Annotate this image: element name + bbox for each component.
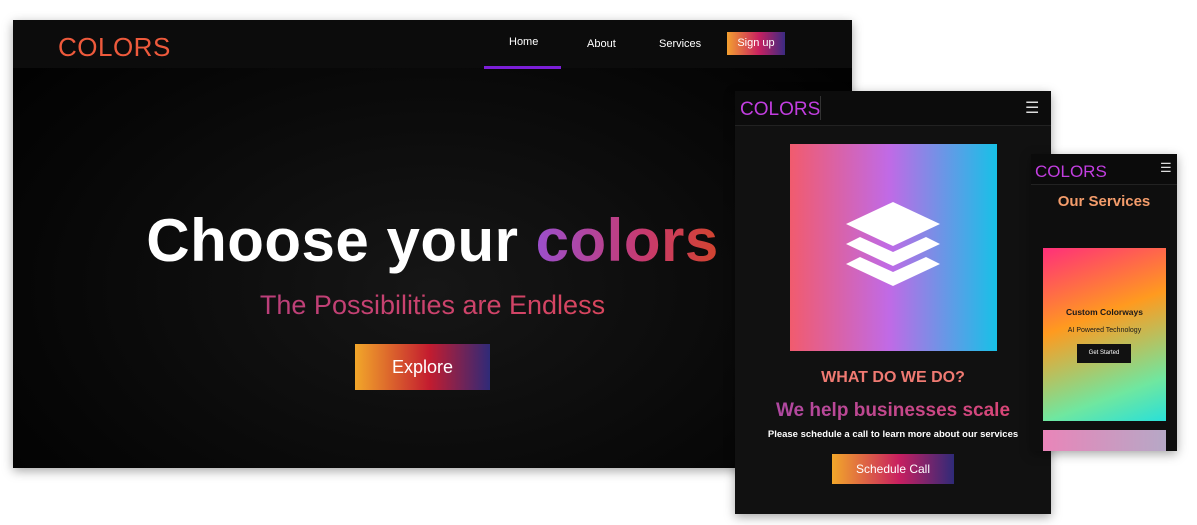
navbar-divider — [820, 96, 821, 120]
tablet-mockup: COLORS ☰ WHAT DO WE DO? We help business… — [735, 91, 1051, 514]
service-card: Custom Colorways AI Powered Technology G… — [1043, 248, 1166, 421]
section-headline: We help businesses scale — [735, 400, 1051, 422]
explore-button[interactable]: Explore — [355, 344, 490, 390]
section-subtext: Please schedule a call to learn more abo… — [767, 429, 1019, 440]
brand-logo[interactable]: COLORS — [58, 32, 171, 63]
hero-title-white: Choose your — [146, 207, 536, 274]
layers-icon — [846, 202, 940, 286]
services-title: Our Services — [1057, 193, 1151, 210]
phone-mockup: COLORS ☰ Our Services Custom Colorways A… — [1031, 154, 1177, 451]
schedule-call-button[interactable]: Schedule Call — [832, 454, 954, 484]
hero-tagline: The Possibilities are Endless — [13, 290, 852, 321]
hero-title-accent: colors — [535, 207, 719, 274]
nav-link-about[interactable]: About — [587, 38, 616, 50]
brand-logo[interactable]: COLORS — [740, 99, 820, 121]
get-started-button[interactable]: Get Started — [1077, 344, 1131, 363]
hero-title: Choose your colors — [13, 206, 852, 275]
desktop-mockup: COLORS Home About Services Sign up Choos… — [13, 20, 852, 468]
nav-link-services[interactable]: Services — [659, 38, 701, 50]
brand-logo[interactable]: COLORS — [1035, 162, 1107, 182]
tablet-navbar: COLORS ☰ — [735, 91, 1051, 126]
nav-link-home[interactable]: Home — [509, 36, 538, 48]
card-subtitle: AI Powered Technology — [1067, 327, 1142, 334]
hamburger-icon[interactable]: ☰ — [1025, 98, 1039, 118]
hamburger-icon[interactable]: ☰ — [1160, 160, 1172, 176]
top-navbar: COLORS Home About Services Sign up — [13, 20, 852, 69]
phone-navbar: COLORS ☰ — [1031, 154, 1177, 185]
signup-button[interactable]: Sign up — [727, 32, 785, 55]
card-title: Custom Colorways — [1066, 307, 1143, 317]
active-nav-indicator — [484, 66, 561, 69]
service-card-next — [1043, 430, 1166, 451]
section-heading: WHAT DO WE DO? — [821, 369, 965, 386]
